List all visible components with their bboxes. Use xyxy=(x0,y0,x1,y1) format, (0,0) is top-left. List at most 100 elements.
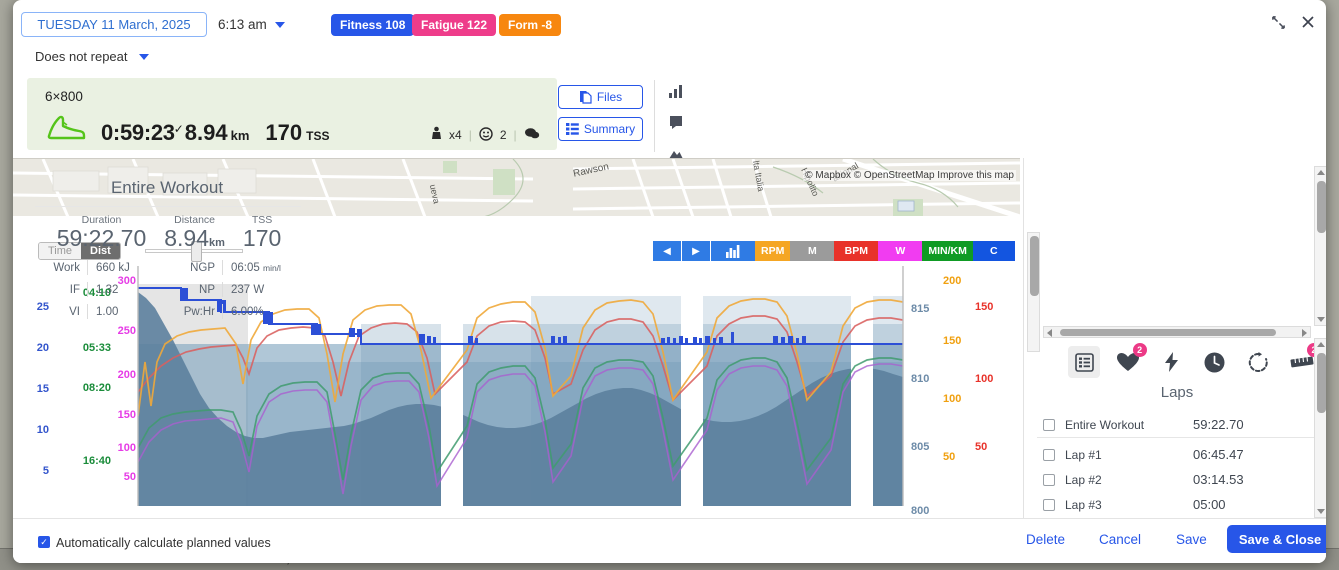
stat-np-value: 237 W xyxy=(231,283,265,296)
svg-text:08:20: 08:20 xyxy=(83,382,111,394)
auto-calc-checkbox[interactable]: ✓ xyxy=(38,536,50,548)
legend-minkm[interactable]: MIN/KM xyxy=(922,241,973,261)
stat-distance-value: 8.94 xyxy=(164,225,209,251)
shrink-arrows-icon[interactable] xyxy=(1271,15,1286,30)
divider: | xyxy=(513,128,517,142)
scrollbar-thumb[interactable] xyxy=(1060,329,1276,336)
save-and-close-button[interactable]: Save & Close xyxy=(1227,525,1326,553)
workout-tss: 170 xyxy=(265,120,303,145)
equipment-count: x4 xyxy=(449,128,462,142)
stat-distance: Distance 8.94km xyxy=(164,214,225,250)
lap-row[interactable]: Lap #3 05:00 xyxy=(1043,492,1311,517)
stats-scrollbar[interactable] xyxy=(1314,166,1326,326)
smiley-icon[interactable] xyxy=(479,126,493,144)
ruler-icon xyxy=(1290,356,1314,368)
detail-tabs: 2 2 xyxy=(1068,343,1321,378)
stat-ngp-value: 06:05 min/l xyxy=(231,261,281,274)
svg-text:50: 50 xyxy=(124,471,136,483)
lap-time: 06:45.47 xyxy=(1193,447,1244,462)
lap-time: 03:14.53 xyxy=(1193,472,1244,487)
scrollbar-thumb[interactable] xyxy=(1030,236,1039,296)
svg-text:15: 15 xyxy=(37,383,49,395)
legend-bpm[interactable]: BPM xyxy=(834,241,879,261)
svg-text:150: 150 xyxy=(118,409,136,421)
scrollbar-thumb[interactable] xyxy=(1317,181,1326,233)
summary-button[interactable]: Summary xyxy=(558,117,643,141)
power-tab[interactable] xyxy=(1155,346,1187,378)
svg-text:250: 250 xyxy=(118,325,136,337)
legend-c[interactable]: C xyxy=(972,241,1015,261)
stats-horizontal-scrollbar[interactable] xyxy=(1043,326,1311,338)
workout-distance: 8.94 xyxy=(184,120,228,145)
scroll-down-arrow[interactable] xyxy=(1317,317,1325,322)
date-field[interactable]: TUESDAY 11 March, 2025 xyxy=(21,12,207,37)
svg-text:805: 805 xyxy=(911,441,929,453)
panel-title: Entire Workout xyxy=(110,178,224,197)
scroll-right-arrow[interactable] xyxy=(1302,329,1307,337)
lap-row[interactable]: Lap #1 06:45.47 xyxy=(1043,442,1311,467)
map-attribution[interactable]: © Mapbox © OpenStreetMap Improve this ma… xyxy=(803,170,1016,181)
chart-legend: RPM M BPM W MIN/KM C xyxy=(755,241,1015,261)
stat-work-label: Work xyxy=(53,261,80,274)
legend-m[interactable]: M xyxy=(790,241,835,261)
rotation-icon xyxy=(1248,351,1268,372)
svg-text:200: 200 xyxy=(118,369,136,381)
modal-header: TUESDAY 11 March, 2025 6:13 am Fitness 1… xyxy=(13,0,1326,78)
scroll-left-arrow[interactable] xyxy=(1047,329,1052,337)
running-shoe-icon xyxy=(45,112,87,149)
bar-chart-icon[interactable] xyxy=(668,84,684,103)
legend-w[interactable]: W xyxy=(878,241,923,261)
heart-rate-tab-badge: 2 xyxy=(1132,343,1147,357)
lap-name: Entire Workout xyxy=(1065,417,1145,432)
lap-row[interactable]: Lap #2 03:14.53 xyxy=(1043,467,1311,492)
list-icon xyxy=(565,123,579,135)
fitness-badge: Fitness 108 xyxy=(331,14,415,36)
lap-checkbox[interactable] xyxy=(1043,473,1055,486)
summary-tab[interactable] xyxy=(1068,346,1100,378)
stat-if-value: 1.32 xyxy=(96,283,119,296)
lap-checkbox[interactable] xyxy=(1043,498,1055,511)
repeat-label[interactable]: Does not repeat xyxy=(35,49,128,64)
delete-button[interactable]: Delete xyxy=(1026,532,1065,547)
lap-name: Lap #3 xyxy=(1065,497,1102,512)
scroll-up-arrow[interactable] xyxy=(1317,170,1325,175)
time-tab[interactable] xyxy=(1199,346,1231,378)
stat-pwhr-value: 6.00% xyxy=(231,305,264,318)
lap-checkbox[interactable] xyxy=(1043,448,1055,461)
save-button[interactable]: Save xyxy=(1176,532,1207,547)
stat-vi-label: VI xyxy=(69,305,80,318)
cancel-button[interactable]: Cancel xyxy=(1099,532,1141,547)
scroll-down-arrow[interactable] xyxy=(1317,509,1325,514)
divider xyxy=(654,80,655,152)
next-button[interactable]: ▶ xyxy=(682,241,710,261)
lap-row-entire[interactable]: Entire Workout 59:22.70 xyxy=(1043,412,1311,437)
stat-duration-value: 59:22.70 xyxy=(56,225,147,251)
prev-button[interactable]: ◀ xyxy=(653,241,681,261)
heart-rate-tab[interactable]: 2 xyxy=(1112,343,1147,378)
chevron-down-icon[interactable] xyxy=(275,22,285,28)
laps-scrollbar[interactable] xyxy=(1314,338,1326,518)
close-icon[interactable] xyxy=(1300,14,1316,30)
files-button-label: Files xyxy=(596,90,623,104)
lap-name: Lap #2 xyxy=(1065,472,1102,487)
svg-text:150: 150 xyxy=(975,301,993,313)
summary-button-label: Summary xyxy=(583,122,636,136)
lap-checkbox[interactable] xyxy=(1043,418,1055,431)
comment-icon[interactable] xyxy=(668,115,684,135)
chart-scrollbar[interactable] xyxy=(1027,232,1040,352)
scroll-up-arrow[interactable] xyxy=(1317,342,1325,347)
scrollbar-thumb[interactable] xyxy=(1317,353,1326,413)
lap-time: 05:00 xyxy=(1193,497,1226,512)
chevron-down-icon[interactable] xyxy=(139,54,149,60)
time-label[interactable]: 6:13 am xyxy=(218,17,267,32)
summary-stats: Duration 59:22.70 Distance 8.94km TSS 17… xyxy=(35,214,303,320)
completed-check-icon: ✓ xyxy=(173,122,184,136)
svg-text:20: 20 xyxy=(37,342,49,354)
fatigue-badge: Fatigue 122 xyxy=(412,14,497,36)
comment-icon[interactable] xyxy=(524,127,540,143)
cadence-tab[interactable] xyxy=(1242,346,1274,378)
chart-type-button[interactable] xyxy=(711,241,755,261)
legend-rpm[interactable]: RPM xyxy=(755,241,791,261)
window-controls xyxy=(1271,14,1316,30)
files-button[interactable]: Files xyxy=(558,85,643,109)
